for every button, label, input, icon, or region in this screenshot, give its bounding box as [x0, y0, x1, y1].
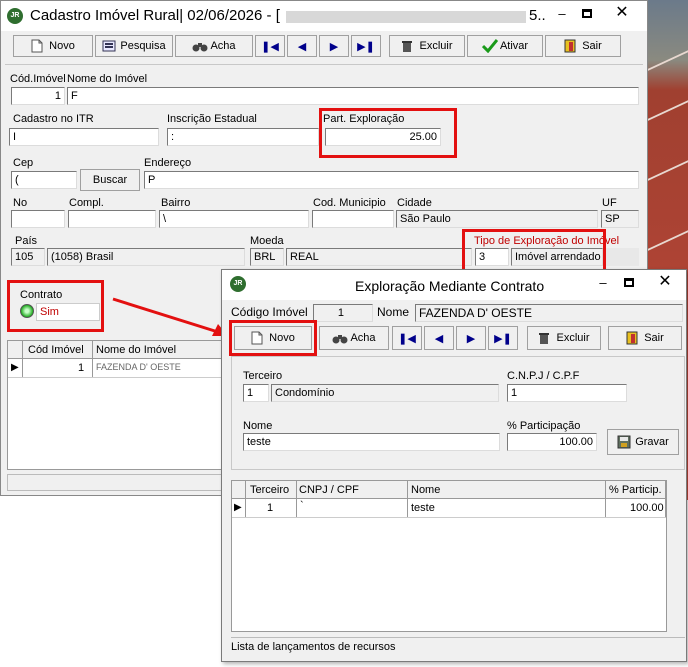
contrato-dialog: JR Exploração Mediante Contrato – ✕ Códi…	[221, 269, 687, 662]
grid-header-nome: Nome	[411, 484, 441, 496]
last-icon: ▶❚	[494, 332, 512, 345]
dialog-maximize-button[interactable]	[618, 274, 640, 292]
dialog-acha-button[interactable]: Acha	[319, 326, 389, 350]
cnpj-field[interactable]: 1	[507, 384, 627, 402]
exit-door-icon	[626, 331, 640, 345]
grid-cell-particip: 100.00	[630, 502, 664, 514]
dialog-last-button[interactable]: ▶❚	[488, 326, 518, 350]
dialog-next-button[interactable]: ▶	[456, 326, 486, 350]
dialog-status-text: Lista de lançamentos de recursos	[231, 641, 396, 653]
cnpj-label: C.N.P.J / C.P.F	[507, 370, 580, 382]
dialog-nome-label: Nome	[243, 420, 273, 432]
first-icon: ❚◀	[398, 332, 416, 345]
codigo-field: 1	[313, 304, 373, 322]
terceiro-label: Terceiro	[243, 370, 283, 382]
terceiro-code-field[interactable]: 1	[243, 384, 269, 402]
novo-highlight	[229, 320, 317, 356]
dialog-title-bar: JR Exploração Mediante Contrato – ✕	[222, 270, 686, 300]
row-pointer-icon: ▶	[234, 502, 242, 513]
grid-cell-nome: teste	[411, 502, 435, 514]
nome-label: Nome	[377, 305, 410, 319]
dialog-close-button[interactable]: ✕	[654, 273, 676, 291]
next-icon: ▶	[466, 332, 476, 345]
participacao-field[interactable]: 100.00	[507, 433, 597, 451]
dialog-logo-icon: JR	[230, 276, 246, 292]
terceiros-grid[interactable]: Terceiro CNPJ / CPF Nome % Particip. ▶ 1…	[231, 480, 667, 632]
save-icon	[617, 435, 631, 449]
dialog-form-panel: Terceiro 1 Condomínio C.N.P.J / C.P.F 1 …	[231, 356, 685, 470]
grid-cell-cnpj: `	[300, 500, 304, 512]
grid-header-terceiro: Terceiro	[250, 484, 290, 496]
dialog-minimize-button[interactable]: –	[592, 274, 614, 292]
dialog-nome-field[interactable]: teste	[243, 433, 500, 451]
dialog-previous-button[interactable]: ◀	[424, 326, 454, 350]
grid-cell-terceiro: 1	[267, 502, 274, 514]
participacao-label: % Participação	[507, 420, 581, 432]
trash-icon	[538, 331, 552, 345]
codigo-label: Código Imóvel	[231, 305, 308, 319]
dialog-first-button[interactable]: ❚◀	[392, 326, 422, 350]
dialog-excluir-button[interactable]: Excluir	[527, 326, 601, 350]
dialog-title: Exploração Mediante Contrato	[355, 278, 545, 294]
terceiro-name-field: Condomínio	[271, 384, 499, 402]
previous-icon: ◀	[434, 332, 444, 345]
dialog-sair-button[interactable]: Sair	[608, 326, 682, 350]
gravar-button[interactable]: Gravar	[607, 429, 679, 455]
nome-field: FAZENDA D' OESTE	[415, 304, 683, 322]
dialog-status-bar: Lista de lançamentos de recursos	[231, 637, 685, 657]
grid-header-cnpj: CNPJ / CPF	[299, 484, 359, 496]
grid-header-particip: % Particip.	[609, 484, 662, 496]
binoculars-icon	[332, 331, 348, 345]
